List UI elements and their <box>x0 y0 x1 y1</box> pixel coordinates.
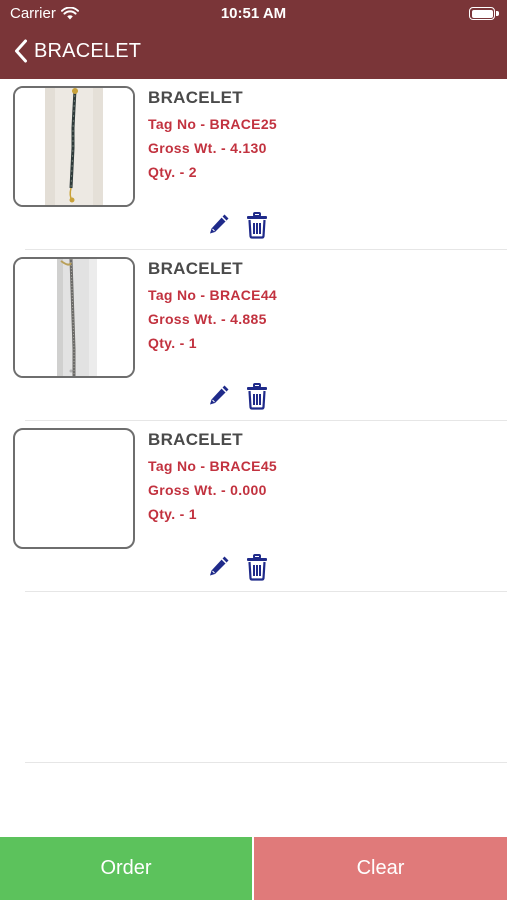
edit-button[interactable] <box>207 382 231 410</box>
item-gross-weight: Gross Wt. - 4.130 <box>148 140 267 156</box>
battery-icon <box>469 7 495 20</box>
delete-button[interactable] <box>245 382 269 410</box>
clear-button[interactable]: Clear <box>254 837 507 900</box>
delete-button[interactable] <box>245 211 269 239</box>
item-tag-no: Tag No - BRACE45 <box>148 458 277 474</box>
item-info: BRACELET Tag No - BRACE25 Gross Wt. - 4.… <box>148 88 277 180</box>
list-item[interactable]: BRACELET Tag No - BRACE45 Gross Wt. - 0.… <box>0 421 507 592</box>
product-thumbnail[interactable] <box>13 428 135 549</box>
item-quantity: Qty. - 1 <box>148 506 197 522</box>
item-tag-no: Tag No - BRACE25 <box>148 116 277 132</box>
item-quantity: Qty. - 1 <box>148 335 197 351</box>
pencil-icon <box>210 385 229 405</box>
item-actions <box>207 553 269 581</box>
pencil-icon <box>210 214 229 234</box>
back-button[interactable]: BRACELET <box>14 39 141 63</box>
status-bar: Carrier 10:51 AM <box>0 0 507 28</box>
pencil-icon <box>210 556 229 576</box>
row-divider <box>25 762 507 763</box>
trash-icon <box>247 554 267 581</box>
item-info: BRACELET Tag No - BRACE44 Gross Wt. - 4.… <box>148 259 277 351</box>
list-item[interactable]: BRACELET Tag No - BRACE25 Gross Wt. - 4.… <box>0 79 507 250</box>
order-button[interactable]: Order <box>0 837 252 900</box>
item-gross-weight: Gross Wt. - 0.000 <box>148 482 267 498</box>
page-title: BRACELET <box>34 39 142 62</box>
item-quantity: Qty. - 2 <box>148 164 197 180</box>
trash-icon <box>247 212 267 239</box>
bottom-action-bar: Order Clear <box>0 837 507 900</box>
product-thumbnail[interactable] <box>13 257 135 378</box>
item-tag-no: Tag No - BRACE44 <box>148 287 277 303</box>
item-actions <box>207 382 269 410</box>
delete-button[interactable] <box>245 553 269 581</box>
list-item[interactable]: BRACELET Tag No - BRACE44 Gross Wt. - 4.… <box>0 250 507 421</box>
item-name: BRACELET <box>148 259 243 278</box>
app-header: Carrier 10:51 AM BRACELET <box>0 0 507 79</box>
bracelet-photo <box>15 88 133 205</box>
battery-tip <box>496 11 499 16</box>
status-time: 10:51 AM <box>220 5 287 22</box>
bracelet-photo <box>15 259 133 376</box>
edit-button[interactable] <box>207 553 231 581</box>
edit-button[interactable] <box>207 211 231 239</box>
item-actions <box>207 211 269 239</box>
item-gross-weight: Gross Wt. - 4.885 <box>148 311 267 327</box>
nav-bar: BRACELET <box>0 28 507 79</box>
item-name: BRACELET <box>148 88 243 107</box>
product-thumbnail[interactable] <box>13 86 135 207</box>
trash-icon <box>247 383 267 410</box>
item-info: BRACELET Tag No - BRACE45 Gross Wt. - 0.… <box>148 430 277 522</box>
item-name: BRACELET <box>148 430 243 449</box>
chevron-left-icon <box>15 39 27 63</box>
row-divider <box>25 591 507 592</box>
